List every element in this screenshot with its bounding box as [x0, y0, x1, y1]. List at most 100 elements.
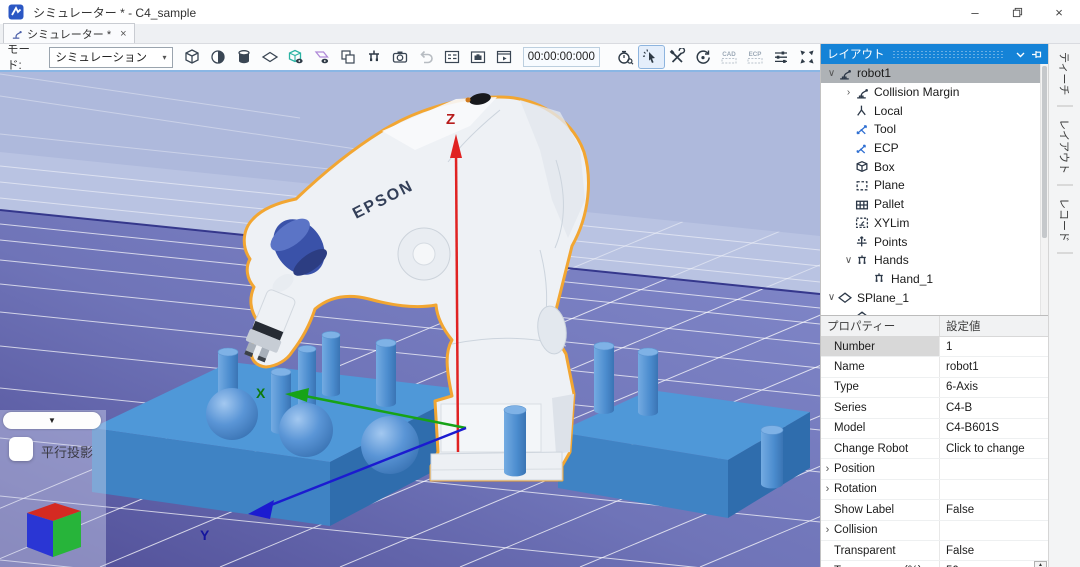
front-pin[interactable]: [504, 406, 526, 477]
panel-chevron-down-icon[interactable]: [1015, 49, 1026, 60]
overlay-collapse-button[interactable]: ▼: [3, 412, 101, 429]
property-row-model[interactable]: ModelC4-B601S: [821, 419, 1048, 439]
tree-item-collision-margin[interactable]: ›Collision Margin: [821, 83, 1048, 102]
tree-expander-icon[interactable]: ∨: [825, 68, 838, 79]
tree-item-box[interactable]: Box: [821, 157, 1048, 176]
move-parts-button[interactable]: [795, 46, 820, 68]
3d-viewport[interactable]: EPSON: [0, 72, 820, 567]
restore-button[interactable]: [996, 0, 1038, 24]
tree-expander-icon[interactable]: ∨: [842, 255, 855, 266]
property-row-change-robot[interactable]: Change RobotClick to change: [821, 439, 1048, 459]
simulator-tab[interactable]: シミュレーター * ×: [3, 23, 135, 43]
cylinder-view-button[interactable]: [232, 46, 257, 68]
property-row-series[interactable]: SeriesC4-B: [821, 398, 1048, 418]
orientation-cube[interactable]: [21, 497, 91, 561]
tree-item-pallet[interactable]: Pallet: [821, 195, 1048, 214]
property-value-cell[interactable]: False: [940, 500, 1048, 519]
properties-header-value: 設定値: [940, 316, 981, 336]
tree-item-xylim[interactable]: XYLim: [821, 214, 1048, 233]
pick-object-button[interactable]: [639, 46, 664, 68]
property-row-collision[interactable]: ›Collision: [821, 521, 1048, 541]
tree-item-points[interactable]: Points: [821, 232, 1048, 251]
property-row-transparent[interactable]: TransparentFalse: [821, 541, 1048, 561]
hand-button[interactable]: [362, 46, 387, 68]
property-value-cell[interactable]: 50▲▼: [940, 561, 1048, 567]
solid-view-button[interactable]: [180, 46, 205, 68]
property-row-rotation[interactable]: ›Rotation: [821, 480, 1048, 500]
ecp-button: ECP: [743, 46, 768, 68]
close-button[interactable]: ×: [1038, 0, 1080, 24]
property-row-position[interactable]: ›Position: [821, 459, 1048, 479]
property-row-number[interactable]: Number1: [821, 337, 1048, 357]
transparency-spinner[interactable]: ▲▼: [1034, 561, 1047, 567]
tree-item-plane[interactable]: Plane: [821, 176, 1048, 195]
chevron-down-icon: ▾: [163, 53, 167, 62]
tree-scrollbar[interactable]: [1040, 64, 1048, 315]
ecp-icon: [855, 142, 872, 155]
property-name-cell: Name: [821, 357, 940, 376]
tree-item-tool[interactable]: Tool: [821, 120, 1048, 139]
panel-pin-icon[interactable]: [1031, 49, 1042, 60]
tree-item-hands[interactable]: ∨Hands: [821, 251, 1048, 270]
property-value-cell[interactable]: [940, 480, 1048, 499]
property-value-cell[interactable]: 1: [940, 337, 1048, 356]
duplicate-button[interactable]: [336, 46, 361, 68]
tree-item-hand-1[interactable]: Hand_1: [821, 270, 1048, 289]
pallet-icon: [855, 198, 872, 211]
tree-item-local[interactable]: Local: [821, 101, 1048, 120]
title-bar: シミュレーター * - C4_sample – ×: [0, 0, 1080, 24]
tools-button[interactable]: [665, 46, 690, 68]
tree-expander-icon[interactable]: ∨: [825, 292, 838, 303]
app-window: シミュレーター * - C4_sample – × シミュレーター * × モー…: [0, 0, 1080, 567]
sphere-view-button[interactable]: [206, 46, 231, 68]
property-name-cell: Show Label: [821, 500, 940, 519]
reset-view-button[interactable]: [691, 46, 716, 68]
property-row-name[interactable]: Namerobot1: [821, 357, 1048, 377]
side-tab-teach[interactable]: ティーチ: [1057, 48, 1073, 107]
property-value-cell[interactable]: Click to change: [940, 439, 1048, 458]
tree-item-robot1[interactable]: ∨robot1: [821, 64, 1048, 83]
mode-select[interactable]: シミュレーション ▾: [49, 47, 172, 68]
minimize-button[interactable]: –: [954, 0, 996, 24]
property-row-transparency[interactable]: Transparency(%)50▲▼: [821, 561, 1048, 567]
property-value-cell[interactable]: robot1: [940, 357, 1048, 376]
robot-icon: [838, 67, 855, 80]
property-row-show-label[interactable]: Show LabelFalse: [821, 500, 1048, 520]
axis-y-label: Y: [200, 527, 210, 543]
plane-visibility-button[interactable]: [310, 46, 335, 68]
property-value-cell[interactable]: C4-B: [940, 398, 1048, 417]
display-settings-button[interactable]: [769, 46, 794, 68]
property-value-cell[interactable]: C4-B601S: [940, 419, 1048, 438]
property-value-cell[interactable]: [940, 459, 1048, 478]
tree-item-hidden[interactable]: [821, 307, 1048, 315]
side-tab-record[interactable]: レコード: [1057, 194, 1073, 254]
plane-view-button[interactable]: [258, 46, 283, 68]
tab-close-icon[interactable]: ×: [120, 28, 126, 40]
side-tab-layout[interactable]: レイアウト: [1057, 115, 1073, 186]
tree-item-splane-1[interactable]: ∨SPlane_1: [821, 288, 1048, 307]
box-visibility-button[interactable]: [284, 46, 309, 68]
parallel-projection-checkbox[interactable]: [9, 437, 33, 461]
tree-item-ecp[interactable]: ECP: [821, 139, 1048, 158]
video-recorder-button[interactable]: [492, 46, 517, 68]
property-expander-icon[interactable]: ›: [821, 463, 834, 475]
property-value-cell[interactable]: 6-Axis: [940, 378, 1048, 397]
properties-form-button[interactable]: [440, 46, 465, 68]
property-value-cell[interactable]: False: [940, 541, 1048, 560]
layout-panel-header[interactable]: レイアウト: [820, 44, 1048, 64]
property-expander-icon[interactable]: ›: [821, 483, 834, 495]
property-expander-icon[interactable]: ›: [821, 524, 834, 536]
tree-item-label: XYLim: [874, 216, 909, 230]
property-row-type[interactable]: Type6-Axis: [821, 378, 1048, 398]
tree-scrollbar-thumb[interactable]: [1042, 66, 1047, 238]
mode-select-value: シミュレーション: [55, 49, 147, 65]
properties-panel: プロパティー 設定値 Number1Namerobot1Type6-AxisSe…: [820, 315, 1048, 567]
snapshot-camera-button[interactable]: [388, 46, 413, 68]
properties-header-name: プロパティー: [821, 316, 940, 336]
property-name-cell: Model: [821, 419, 940, 438]
capture-window-button[interactable]: [466, 46, 491, 68]
tree-expander-icon[interactable]: ›: [842, 87, 855, 98]
undo-button[interactable]: [414, 46, 439, 68]
property-value-cell[interactable]: [940, 521, 1048, 540]
measure-time-button[interactable]: [613, 46, 638, 68]
